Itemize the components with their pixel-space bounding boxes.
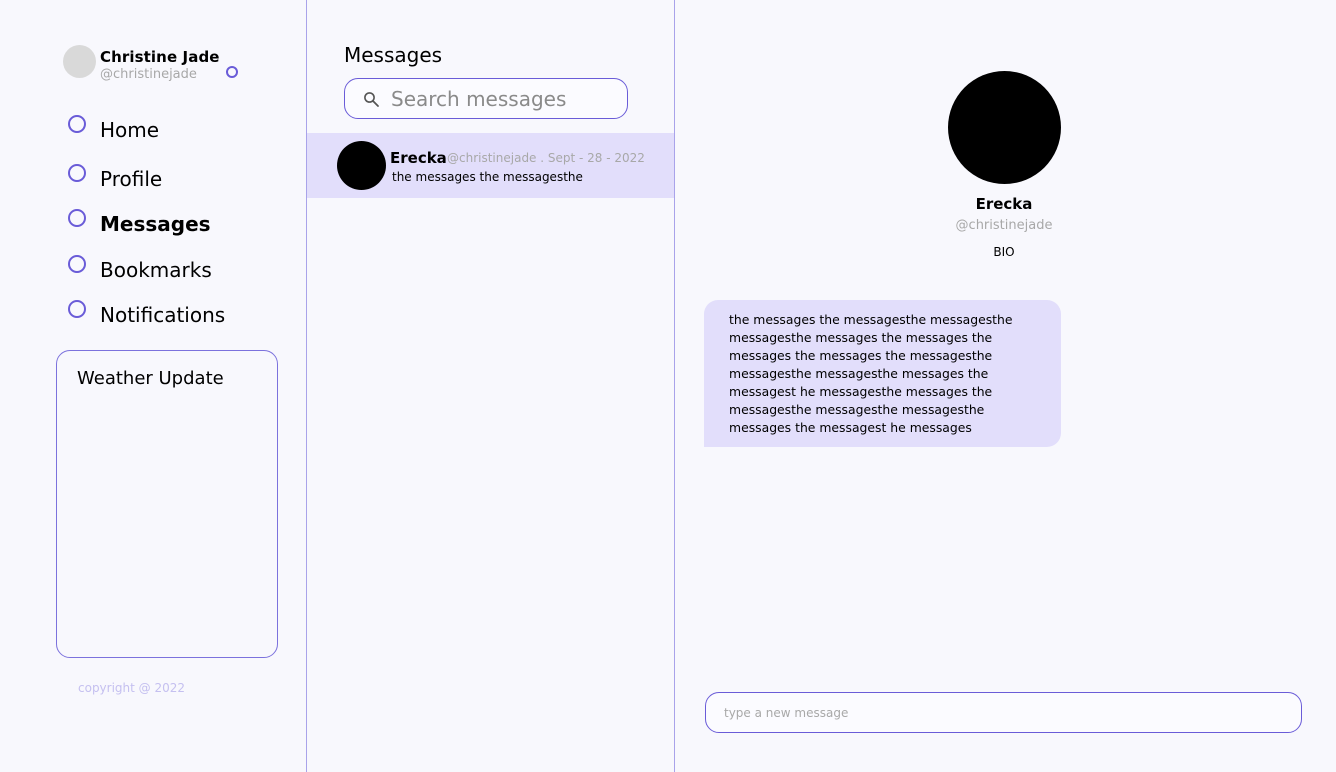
sidebar-item-messages[interactable]: Messages xyxy=(68,209,268,239)
contact-handle: @christinejade xyxy=(955,218,1053,233)
sidebar-item-label: Messages xyxy=(100,212,211,236)
weather-widget: Weather Update xyxy=(56,350,278,658)
contact-avatar[interactable] xyxy=(948,71,1061,184)
avatar[interactable] xyxy=(63,45,96,78)
conversation-preview: the messages the messagesthe xyxy=(392,170,583,184)
contact-name: Erecka xyxy=(975,195,1033,213)
sidebar-item-label: Home xyxy=(100,118,160,142)
circle-icon xyxy=(68,209,86,227)
avatar xyxy=(337,141,386,190)
message-line: messagest he messagesthe messages the xyxy=(729,384,993,399)
sidebar-item-bookmarks[interactable]: Bookmarks xyxy=(68,255,268,285)
message-composer[interactable] xyxy=(705,692,1302,733)
message-bubble: the messages the messagesthe messagesthe… xyxy=(704,300,1061,447)
conversation-item[interactable]: Erecka @christinejade . Sept - 28 - 2022… xyxy=(307,133,674,198)
status-indicator-icon xyxy=(226,66,238,78)
weather-title: Weather Update xyxy=(77,368,224,389)
search-box[interactable] xyxy=(344,78,628,119)
sidebar-item-label: Notifications xyxy=(100,303,226,327)
sidebar-item-label: Bookmarks xyxy=(100,258,212,282)
circle-icon xyxy=(68,115,86,133)
copyright-text: copyright @ 2022 xyxy=(78,681,186,695)
chat-pane: Erecka @christinejade BIO the messages t… xyxy=(675,0,1336,772)
circle-icon xyxy=(68,300,86,318)
app: Christine Jade @christinejade Home Profi… xyxy=(0,0,1336,772)
user-profile[interactable]: Christine Jade @christinejade xyxy=(63,45,253,82)
message-input[interactable] xyxy=(724,702,1284,724)
contact-bio: BIO xyxy=(993,245,1015,259)
message-line: messagesthe messages the messages the xyxy=(729,330,993,345)
message-line: messages the messages the messagesthe xyxy=(729,348,993,363)
message-line: messages the messagest he messages xyxy=(729,420,972,435)
sidebar-item-label: Profile xyxy=(100,167,163,191)
message-line: the messages the messagesthe messagesthe xyxy=(729,312,1013,327)
message-text: the messages the messagesthe messagesthe… xyxy=(729,311,1049,437)
circle-icon xyxy=(68,255,86,273)
sidebar: Christine Jade @christinejade Home Profi… xyxy=(0,0,307,772)
user-name: Christine Jade xyxy=(100,48,220,66)
message-line: messagesthe messagesthe messagesthe xyxy=(729,402,985,417)
conversation-meta: @christinejade . Sept - 28 - 2022 xyxy=(447,151,645,165)
message-line: messagesthe messagesthe messages the xyxy=(729,366,989,381)
conversation-name: Erecka xyxy=(390,149,447,167)
circle-icon xyxy=(68,164,86,182)
search-input[interactable] xyxy=(391,85,616,113)
page-title: Messages xyxy=(344,43,443,67)
sidebar-item-notifications[interactable]: Notifications xyxy=(68,300,268,330)
search-icon xyxy=(364,92,379,107)
sidebar-item-home[interactable]: Home xyxy=(68,115,268,145)
sidebar-item-profile[interactable]: Profile xyxy=(68,164,268,194)
user-handle: @christinejade xyxy=(100,67,197,82)
messages-list-pane: Messages Erecka @christinejade . Sept - … xyxy=(307,0,675,772)
